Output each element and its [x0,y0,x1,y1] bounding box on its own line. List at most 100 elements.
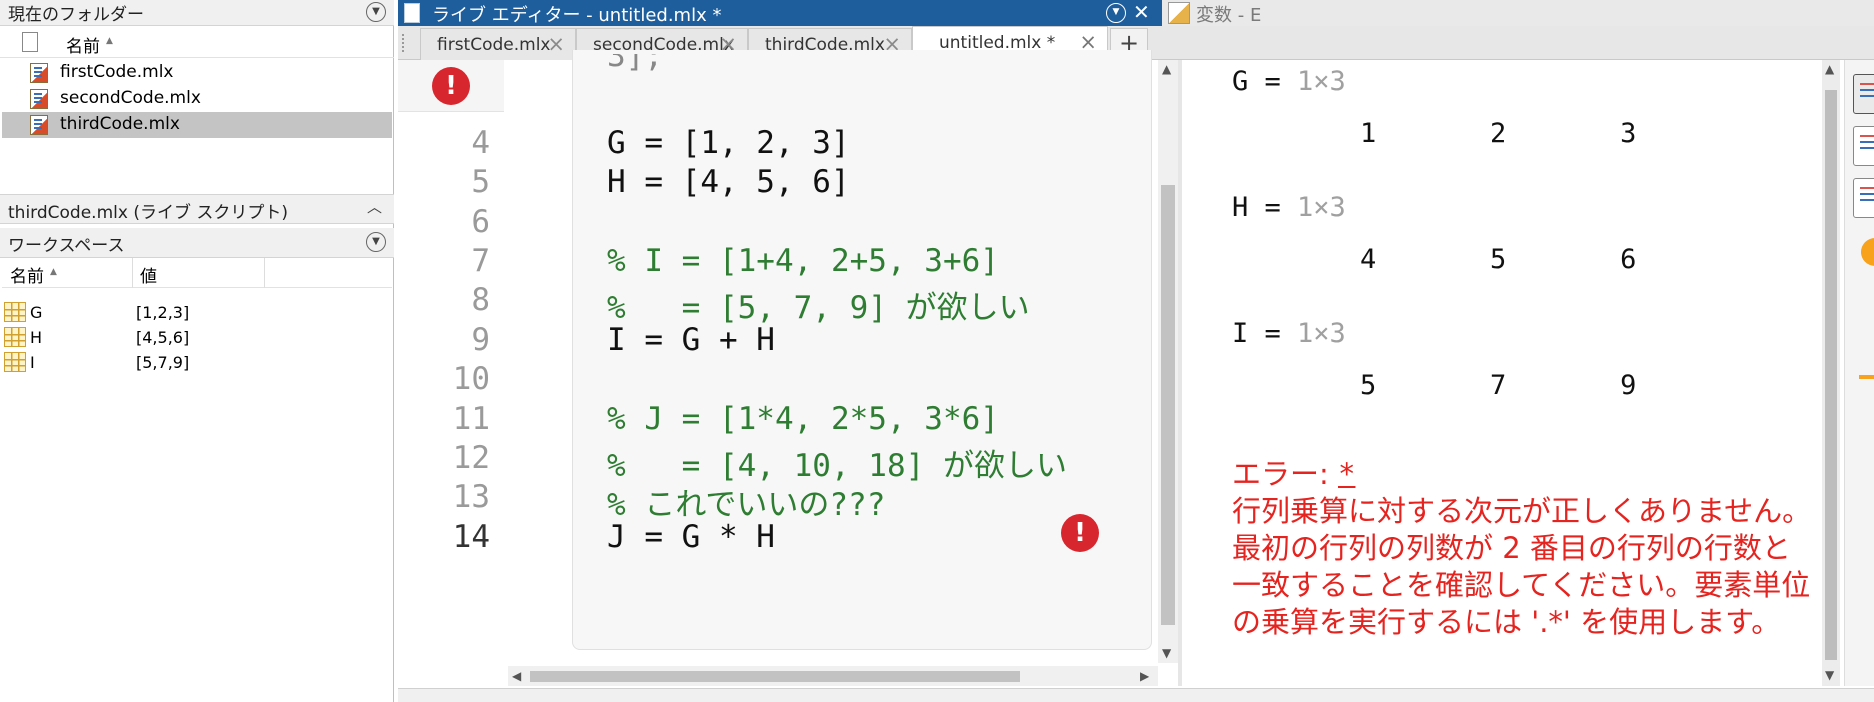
current-folder-titlebar[interactable]: 現在のフォルダー ▼ [0,0,394,26]
workspace-title: ワークスペース [8,236,125,256]
line-number: 13 [452,479,490,515]
error-circle-icon[interactable]: ! [1061,514,1099,552]
workspace-row-h[interactable]: H [4,5,6] [2,325,392,350]
file-name: secondCode.mlx [60,88,201,108]
output-on-right-icon[interactable] [1853,74,1874,114]
line-number: 10 [452,361,490,397]
scrollbar-thumb[interactable] [1161,185,1175,625]
code-block[interactable]: 3]; G = [1, 2, 3] H = [4, 5, 6] % I = [1… [572,50,1152,650]
gutter-indicator-row: ! [398,60,504,112]
output-values: 1 2 3 [1360,118,1637,149]
scrollbar-thumb[interactable] [530,671,1020,682]
sort-ascending-icon: ▲ [106,36,113,46]
close-icon[interactable]: × [547,32,565,56]
window-title: ライブ エディター - untitled.mlx * [432,5,722,26]
workspace-table-header: 名前 ▲ 値 [2,258,392,288]
matrix-variable-icon [4,327,26,347]
workspace-titlebar[interactable]: ワークスペース ▼ [0,228,394,258]
output-var-h: H = 1×3 [1232,192,1346,223]
variables-window-titlebar[interactable]: 変数 - E [1162,0,1874,26]
file-row-secondcode[interactable]: secondCode.mlx [2,86,392,112]
scroll-right-arrow-icon[interactable]: ▶ [1140,669,1149,683]
variable-name: G [30,303,43,322]
file-list-header: 名前 ▲ [0,28,394,58]
status-bar [398,688,1874,702]
output-var-g: G = 1×3 [1232,66,1346,97]
output-name: I = [1232,318,1298,349]
code-vertical-scrollbar[interactable]: ▲ ▼ [1158,60,1178,663]
variable-name: I [30,353,35,372]
line-number-gutter: ! 4 5 6 7 8 9 10 11 12 13 14 [398,60,504,686]
live-script-file-icon [30,89,48,109]
live-script-file-icon [30,115,48,135]
line-number: 14 [452,519,490,555]
code-comment: % これでいいの??? [607,487,886,523]
name-column-header[interactable]: 名前 [66,32,100,57]
line-number: 9 [471,322,490,358]
file-row-firstcode[interactable]: firstCode.mlx [2,60,392,86]
output-pane[interactable]: G = 1×3 1 2 3 H = 1×3 4 5 6 I = 1×3 5 7 … [1182,60,1822,686]
close-icon[interactable]: ✕ [1133,0,1150,24]
workspace-row-i[interactable]: I [5,7,9] [2,350,392,375]
tab-firstcode[interactable]: firstCode.mlx × [420,28,576,60]
code-horizontal-scrollbar[interactable]: ◀ ▶ [508,666,1158,686]
line-number: 6 [471,204,490,240]
live-script-file-icon [30,63,48,83]
file-type-icon [22,32,38,52]
line-number: 7 [471,243,490,279]
live-editor-icon [404,3,420,23]
drag-grip-icon[interactable] [402,34,405,52]
code-line: H = [4, 5, 6] [607,164,850,200]
warning-indicator-icon[interactable] [1861,238,1874,266]
code-comment: % = [5, 7, 9] が欲しい [607,290,1030,326]
output-size: 1×3 [1297,66,1346,97]
scroll-up-arrow-icon[interactable]: ▲ [1825,62,1834,76]
matrix-variable-icon [4,352,26,372]
scroll-up-arrow-icon[interactable]: ▲ [1162,62,1171,76]
output-name: H = [1232,192,1298,223]
editor-titlebar[interactable]: ライブ エディター - untitled.mlx * ▼ ✕ [398,0,1162,26]
error-circle-icon[interactable]: ! [432,67,470,105]
code-area[interactable]: ! 4 5 6 7 8 9 10 11 12 13 14 3]; G = [1,… [398,50,1158,686]
error-operator-link[interactable]: * [1338,457,1355,491]
error-output: エラー: * 行列乗算に対する次元が正しくありません。最初の行列の列数が 2 番… [1232,456,1812,641]
file-row-thirdcode[interactable]: thirdCode.mlx [2,112,392,138]
hide-code-icon[interactable] [1853,178,1874,218]
line-number: 11 [452,401,490,437]
output-size: 1×3 [1297,318,1346,349]
name-column-header[interactable]: 名前 [10,262,44,287]
dropdown-circle-icon[interactable]: ▼ [366,232,386,252]
sort-ascending-icon: ▲ [50,267,57,277]
scrollbar-thumb[interactable] [1825,90,1837,660]
dropdown-circle-icon[interactable]: ▼ [366,2,386,22]
line-number: 8 [471,282,490,318]
code-line: G = [1, 2, 3] [607,125,850,161]
view-mode-strip [1844,60,1874,686]
variable-value: [5,7,9] [136,353,190,372]
output-inline-icon[interactable] [1853,126,1874,166]
output-size: 1×3 [1297,192,1346,223]
variable-value: [4,5,6] [136,328,190,347]
error-label: エラー: [1232,457,1338,491]
details-title: thirdCode.mlx (ライブ スクリプト) [8,203,288,223]
scroll-left-arrow-icon[interactable]: ◀ [512,669,521,683]
details-titlebar[interactable]: thirdCode.mlx (ライブ スクリプト) ︿ [0,194,394,224]
workspace-row-g[interactable]: G [1,2,3] [2,300,392,325]
error-heading: エラー: * [1232,456,1812,493]
scroll-down-arrow-icon[interactable]: ▼ [1825,668,1834,682]
dropdown-circle-icon[interactable]: ▼ [1106,3,1126,23]
column-divider[interactable] [132,258,133,288]
matrix-variable-icon [4,302,26,322]
chevron-up-icon[interactable]: ︿ [367,196,382,217]
code-comment: % I = [1+4, 2+5, 3+6] [607,243,999,279]
value-column-header[interactable]: 値 [140,262,157,287]
column-divider[interactable] [264,258,265,288]
file-name: firstCode.mlx [60,62,174,82]
left-panel: 現在のフォルダー ▼ 名前 ▲ firstCode.mlx secondCode… [0,0,394,702]
warning-marker-icon[interactable] [1859,375,1874,379]
scroll-down-arrow-icon[interactable]: ▼ [1162,646,1171,660]
line-number: 4 [471,125,490,161]
output-vertical-scrollbar[interactable]: ▲ ▼ [1822,60,1840,686]
output-var-i: I = 1×3 [1232,318,1346,349]
error-message: 行列乗算に対する次元が正しくありません。最初の行列の列数が 2 番目の行列の行数… [1232,494,1812,639]
